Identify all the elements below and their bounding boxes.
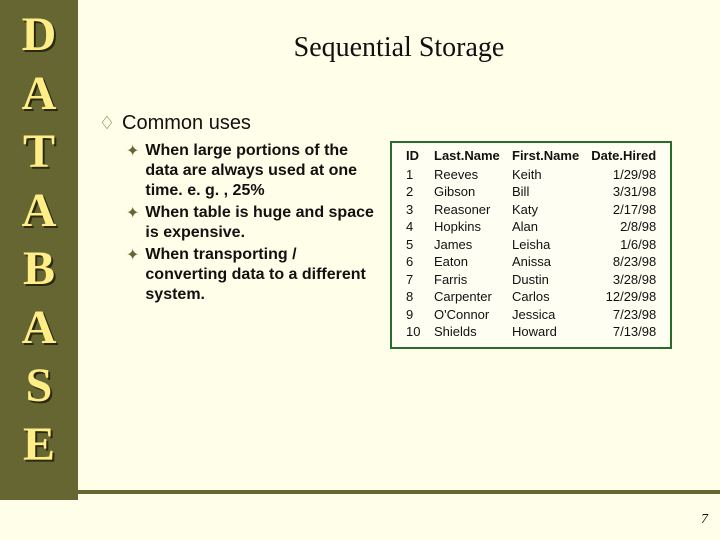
table-cell: 6 (400, 253, 428, 271)
sidebar-letter: E (23, 416, 55, 475)
table-cell: Bill (506, 183, 585, 201)
table-header-cell: First.Name (506, 147, 585, 166)
table-cell: 3 (400, 201, 428, 219)
sidebar-letter: A (22, 182, 57, 241)
table-cell: 3/28/98 (585, 271, 662, 289)
table-cell: Howard (506, 323, 585, 341)
table-cell: Alan (506, 218, 585, 236)
table-cell: Gibson (428, 183, 506, 201)
heading-row: ♢ Common uses (98, 112, 700, 135)
sidebar-letter: T (23, 123, 55, 182)
table-cell: Reeves (428, 166, 506, 184)
table-cell: Dustin (506, 271, 585, 289)
table-cell: Carpenter (428, 288, 506, 306)
table-cell: 2/8/98 (585, 218, 662, 236)
table-row: 6EatonAnissa8/23/98 (400, 253, 662, 271)
table-cell: 5 (400, 236, 428, 254)
plus-bullet-icon: ✦ (126, 143, 139, 161)
table-cell: Katy (506, 201, 585, 219)
table-row: 10ShieldsHoward7/13/98 (400, 323, 662, 341)
table-row: 4HopkinsAlan2/8/98 (400, 218, 662, 236)
columns: ✦ When large portions of the data are alw… (98, 141, 700, 349)
table-cell: Shields (428, 323, 506, 341)
table-cell: Carlos (506, 288, 585, 306)
table-header-row: IDLast.NameFirst.NameDate.Hired (400, 147, 662, 166)
table-header-cell: ID (400, 147, 428, 166)
table-cell: 1 (400, 166, 428, 184)
table-cell: Jessica (506, 306, 585, 324)
sidebar-database-letters: DATABASE (0, 0, 78, 500)
table-cell: 1/6/98 (585, 236, 662, 254)
table-body: 1ReevesKeith1/29/982GibsonBill3/31/983Re… (400, 166, 662, 341)
page-number: 7 (701, 512, 708, 528)
bullet-text: When table is huge and space is expensiv… (145, 203, 378, 243)
table-cell: 3/31/98 (585, 183, 662, 201)
heading-text: Common uses (122, 112, 251, 135)
sidebar-letter: A (22, 299, 57, 358)
plus-bullet-icon: ✦ (126, 247, 139, 265)
table-cell: Hopkins (428, 218, 506, 236)
table-cell: 9 (400, 306, 428, 324)
bullet-text: When large portions of the data are alwa… (145, 141, 378, 201)
table-cell: Eaton (428, 253, 506, 271)
data-table-box: IDLast.NameFirst.NameDate.Hired 1ReevesK… (390, 141, 672, 349)
bullet-item: ✦ When table is huge and space is expensi… (126, 203, 378, 243)
table-row: 5JamesLeisha1/6/98 (400, 236, 662, 254)
plus-bullet-icon: ✦ (126, 205, 139, 223)
bullet-item: ✦ When large portions of the data are alw… (126, 141, 378, 201)
table-cell: 1/29/98 (585, 166, 662, 184)
bullet-item: ✦ When transporting / converting data to … (126, 245, 378, 305)
table-cell: 8 (400, 288, 428, 306)
table-cell: 7/13/98 (585, 323, 662, 341)
table-row: 3ReasonerKaty2/17/98 (400, 201, 662, 219)
table-cell: 8/23/98 (585, 253, 662, 271)
diamond-bullet-icon: ♢ (98, 114, 116, 132)
table-cell: 12/29/98 (585, 288, 662, 306)
table-cell: 4 (400, 218, 428, 236)
table-cell: Keith (506, 166, 585, 184)
sidebar-letter: S (26, 357, 53, 416)
table-cell: 7 (400, 271, 428, 289)
table-cell: 2/17/98 (585, 201, 662, 219)
table-cell: 2 (400, 183, 428, 201)
table-row: 8CarpenterCarlos12/29/98 (400, 288, 662, 306)
table-cell: Farris (428, 271, 506, 289)
table-row: 2GibsonBill3/31/98 (400, 183, 662, 201)
table-cell: Anissa (506, 253, 585, 271)
table-row: 7FarrisDustin3/28/98 (400, 271, 662, 289)
bullet-list: ✦ When large portions of the data are alw… (98, 141, 378, 307)
table-header-cell: Date.Hired (585, 147, 662, 166)
table-cell: O'Connor (428, 306, 506, 324)
table-cell: Reasoner (428, 201, 506, 219)
slide-title: Sequential Storage (78, 32, 720, 64)
table-row: 9O'ConnorJessica7/23/98 (400, 306, 662, 324)
bullet-text: When transporting / converting data to a… (145, 245, 378, 305)
table-cell: James (428, 236, 506, 254)
table-header-cell: Last.Name (428, 147, 506, 166)
body-wrap: ♢ Common uses ✦ When large portions of th… (98, 112, 700, 349)
sidebar-letter: B (23, 240, 55, 299)
sidebar-letter: D (22, 6, 57, 65)
table-cell: 10 (400, 323, 428, 341)
table-row: 1ReevesKeith1/29/98 (400, 166, 662, 184)
table-cell: 7/23/98 (585, 306, 662, 324)
slide-content: Sequential Storage ♢ Common uses ✦ When l… (78, 0, 720, 500)
sidebar-letter: A (22, 65, 57, 124)
data-table: IDLast.NameFirst.NameDate.Hired 1ReevesK… (400, 147, 662, 341)
table-cell: Leisha (506, 236, 585, 254)
